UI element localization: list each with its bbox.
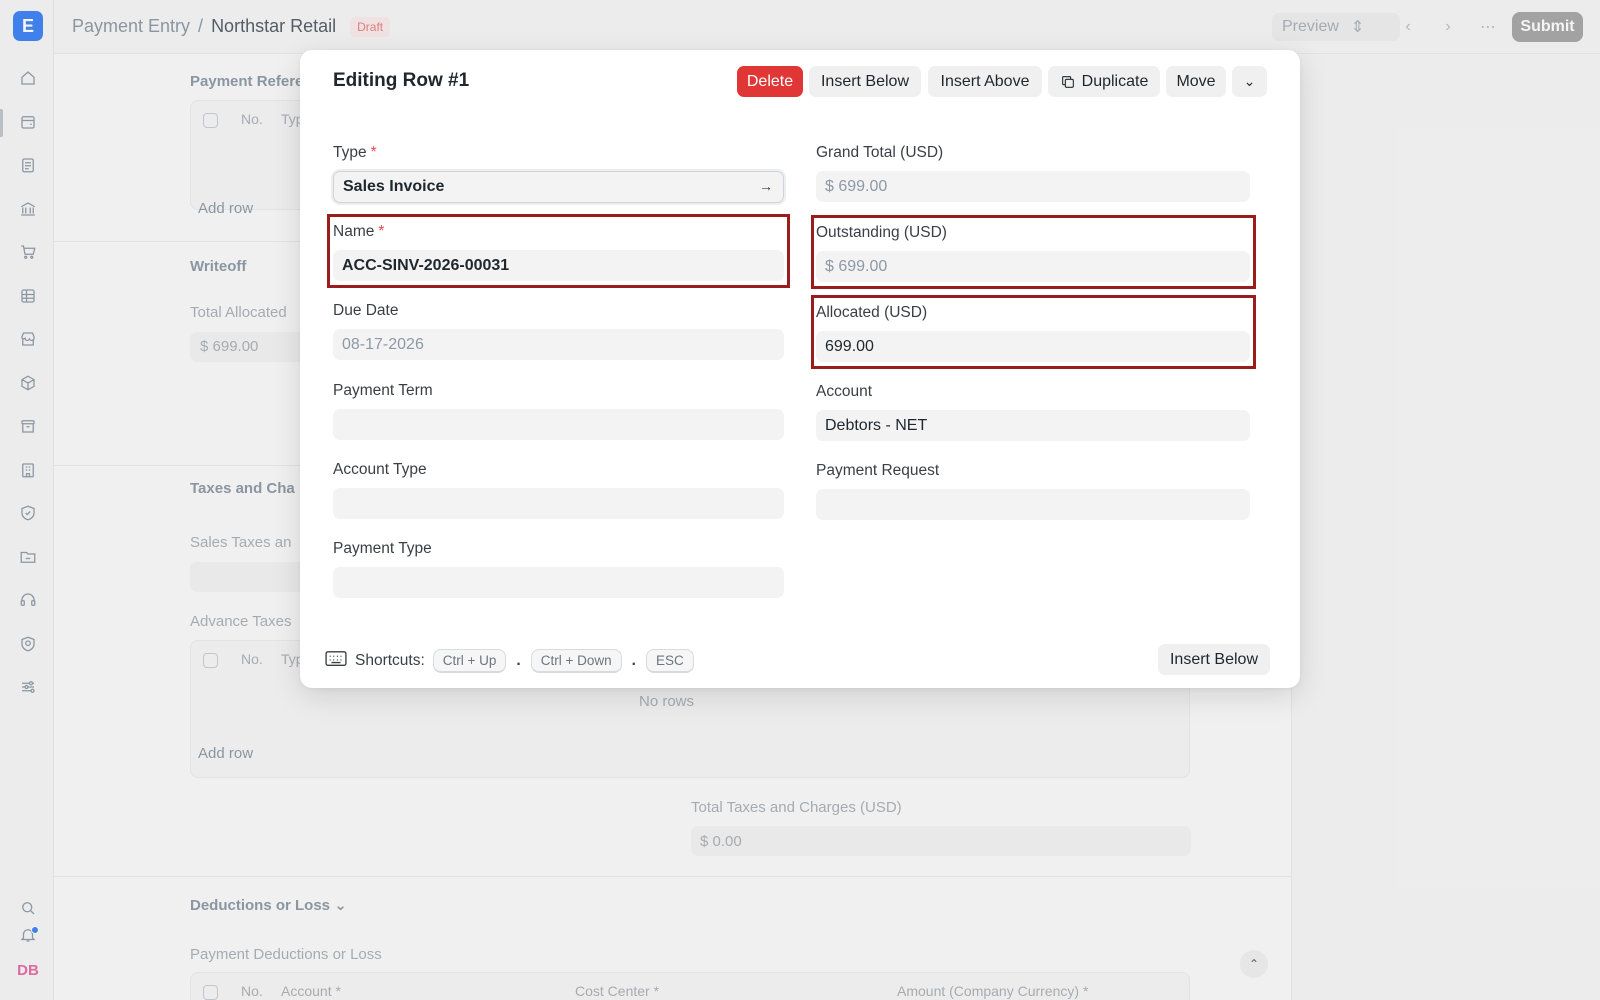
account-label: Account (816, 383, 873, 400)
grand-total-value: $ 699.00 (825, 177, 888, 195)
payment-type-field[interactable] (333, 567, 784, 598)
shortcuts-bar: Shortcuts: Ctrl + Up . Ctrl + Down . ESC (325, 649, 694, 673)
shortcuts-label: Shortcuts: (355, 652, 425, 669)
type-label: Type * (333, 144, 377, 162)
grand-total-label: Grand Total (USD) (816, 144, 944, 161)
duplicate-button[interactable]: Duplicate (1048, 66, 1160, 97)
more-actions-dropdown[interactable]: ⌄ (1232, 66, 1267, 97)
shortcut-key: ESC (645, 649, 694, 673)
name-value: ACC-SINV-2026-00031 (342, 256, 510, 274)
insert-below-button[interactable]: Insert Below (809, 66, 921, 97)
required-marker: * (370, 144, 377, 161)
allocated-label: Allocated (USD) (816, 304, 928, 321)
due-date-label: Due Date (333, 302, 399, 319)
account-field[interactable]: Debtors - NET (816, 410, 1250, 441)
shortcut-separator: . (631, 652, 636, 669)
type-value: Sales Invoice (343, 178, 445, 195)
arrow-right-icon[interactable]: → (759, 178, 773, 194)
footer-insert-below-button[interactable]: Insert Below (1158, 644, 1270, 675)
outstanding-value: $ 699.00 (825, 257, 888, 275)
payment-request-field[interactable] (816, 489, 1250, 520)
shortcut-key: Ctrl + Down (530, 649, 622, 673)
grand-total-field: $ 699.00 (816, 171, 1250, 202)
name-label-text: Name (333, 223, 375, 240)
payment-request-label: Payment Request (816, 462, 940, 479)
account-type-field[interactable] (333, 488, 784, 519)
type-label-text: Type (333, 144, 367, 161)
allocated-value: 699.00 (825, 337, 874, 355)
type-field[interactable]: Sales Invoice → (333, 171, 784, 203)
name-label: Name * (333, 223, 384, 241)
payment-type-label: Payment Type (333, 540, 432, 557)
account-type-label: Account Type (333, 461, 427, 478)
duplicate-label: Duplicate (1081, 72, 1149, 90)
payment-term-label: Payment Term (333, 382, 433, 399)
due-date-value: 08-17-2026 (342, 335, 424, 353)
dialog-title: Editing Row #1 (333, 70, 470, 91)
payment-term-field[interactable] (333, 409, 784, 440)
chevron-down-icon: ⌄ (1243, 73, 1256, 89)
shortcut-key: Ctrl + Up (432, 649, 507, 673)
required-marker: * (378, 223, 385, 240)
outstanding-field: $ 699.00 (816, 251, 1250, 282)
keyboard-icon (325, 650, 347, 673)
shortcut-separator: . (516, 652, 521, 669)
account-value: Debtors - NET (825, 416, 928, 434)
due-date-field[interactable]: 08-17-2026 (333, 329, 784, 360)
allocated-field[interactable]: 699.00 (816, 331, 1250, 362)
insert-above-button[interactable]: Insert Above (928, 66, 1042, 97)
copy-icon (1061, 75, 1074, 88)
move-button[interactable]: Move (1166, 66, 1226, 97)
outstanding-label: Outstanding (USD) (816, 224, 947, 241)
delete-button[interactable]: Delete (737, 66, 803, 97)
name-field[interactable]: ACC-SINV-2026-00031 (333, 250, 784, 281)
